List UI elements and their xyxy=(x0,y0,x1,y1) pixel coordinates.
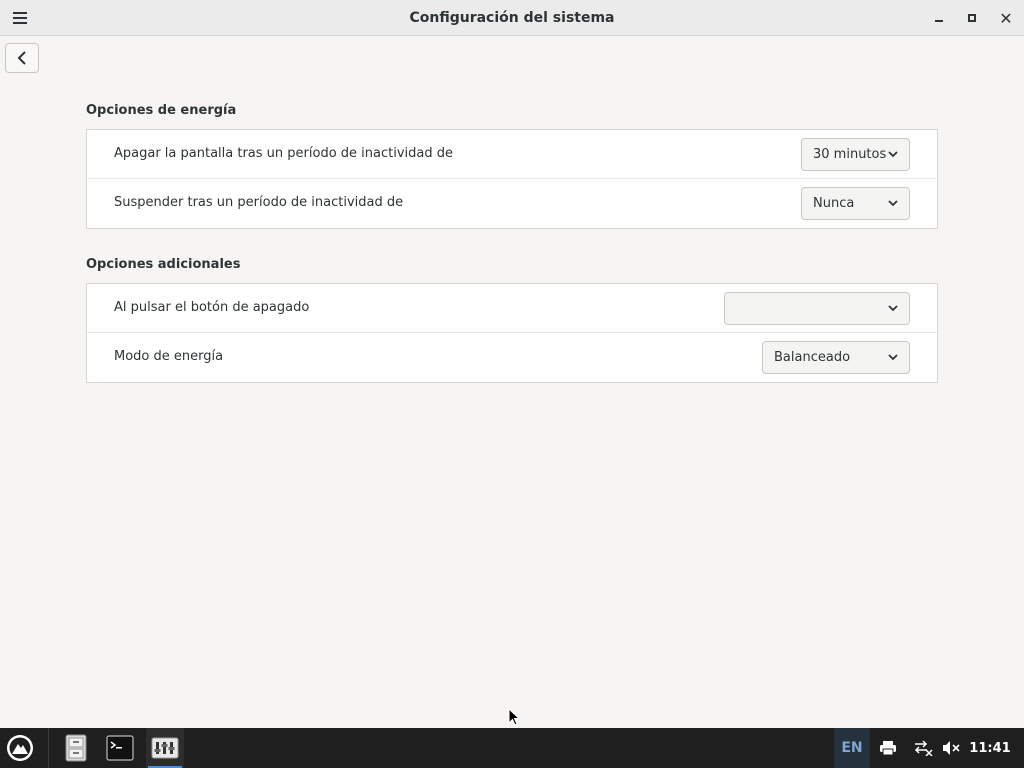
screen-off-label: Apagar la pantalla tras un período de in… xyxy=(114,146,453,161)
network-disconnected-icon xyxy=(914,740,933,756)
taskbar-files-app[interactable] xyxy=(58,728,94,768)
distro-logo-icon xyxy=(7,735,33,761)
chevron-down-icon xyxy=(888,305,898,312)
taskbar: EN 11:41 xyxy=(0,728,1024,768)
chevron-down-icon xyxy=(888,151,898,158)
power-mode-label: Modo de energía xyxy=(114,349,224,364)
minimize-icon[interactable] xyxy=(925,0,953,36)
taskbar-settings-app[interactable] xyxy=(146,728,184,768)
power-options-list: Apagar la pantalla tras un período de in… xyxy=(86,129,938,229)
title-bar: Configuración del sistema ✕ xyxy=(0,0,1024,36)
mouse-pointer-icon xyxy=(508,708,520,726)
power-mode-value: Balanceado xyxy=(774,350,851,365)
chevron-down-icon xyxy=(888,200,898,207)
power-button-dropdown[interactable] xyxy=(724,292,910,325)
keyboard-layout-indicator[interactable]: EN xyxy=(834,728,870,768)
screen-off-dropdown[interactable]: 30 minutos xyxy=(801,138,910,171)
power-mode-dropdown[interactable]: Balanceado xyxy=(762,341,910,374)
window-title: Configuración del sistema xyxy=(409,10,615,26)
screen-off-value: 30 minutos xyxy=(813,147,887,162)
suspend-label: Suspender tras un período de inactividad… xyxy=(114,195,404,210)
close-icon[interactable]: ✕ xyxy=(992,0,1020,36)
clock[interactable]: 11:41 xyxy=(968,728,1012,768)
taskbar-separator xyxy=(48,728,49,768)
chevron-down-icon xyxy=(888,354,898,361)
power-mode-row: Modo de energía Balanceado xyxy=(87,333,937,382)
settings-app-icon xyxy=(151,737,179,759)
printer-icon xyxy=(880,741,896,756)
additional-options-list: Al pulsar el botón de apagado Modo de en… xyxy=(86,283,938,383)
screen-off-row: Apagar la pantalla tras un período de in… xyxy=(87,130,937,179)
taskbar-terminal-app[interactable] xyxy=(102,728,138,768)
power-button-row: Al pulsar el botón de apagado xyxy=(87,284,937,333)
maximize-icon[interactable] xyxy=(958,0,986,36)
suspend-row: Suspender tras un período de inactividad… xyxy=(87,179,937,228)
volume-muted-icon xyxy=(943,741,960,755)
printer-tray-button[interactable] xyxy=(876,728,900,768)
terminal-icon xyxy=(106,735,134,761)
file-cabinet-icon xyxy=(65,734,87,762)
chevron-left-icon xyxy=(17,51,26,65)
settings-window: Configuración del sistema ✕ Opciones de … xyxy=(0,0,1024,728)
start-menu-button[interactable] xyxy=(0,728,40,768)
suspend-dropdown[interactable]: Nunca xyxy=(801,187,910,220)
suspend-value: Nunca xyxy=(813,196,855,211)
back-button[interactable] xyxy=(5,43,39,73)
network-tray-button[interactable] xyxy=(911,728,935,768)
power-options-heading: Opciones de energía xyxy=(86,103,237,118)
volume-tray-button[interactable] xyxy=(939,728,963,768)
power-button-label: Al pulsar el botón de apagado xyxy=(114,300,310,315)
additional-options-heading: Opciones adicionales xyxy=(86,257,241,272)
